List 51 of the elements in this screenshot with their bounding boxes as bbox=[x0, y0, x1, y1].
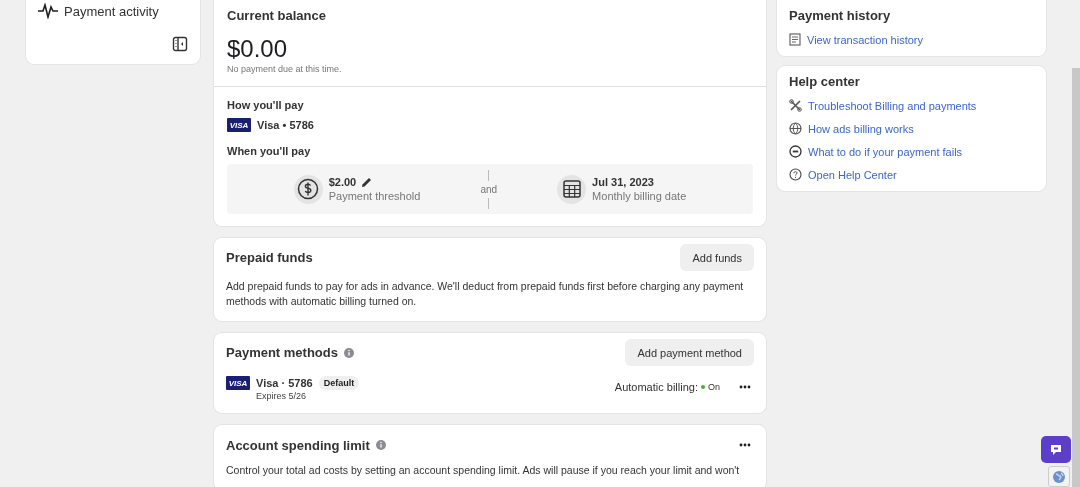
globe-icon bbox=[1052, 469, 1066, 484]
default-badge: Default bbox=[318, 376, 360, 390]
help-link[interactable]: Open Help Center bbox=[808, 168, 897, 181]
help-link[interactable]: What to do if your payment fails bbox=[808, 145, 963, 158]
section-title: When you'll pay bbox=[227, 145, 312, 157]
receipt-icon bbox=[789, 33, 801, 46]
calendar-icon bbox=[557, 174, 587, 204]
balance-amount: $0.00 bbox=[227, 35, 289, 63]
chat-icon bbox=[1049, 442, 1063, 457]
language-button[interactable] bbox=[1048, 466, 1070, 487]
card-title: Payment history bbox=[789, 8, 892, 23]
spending-limit-description: Control your total ad costs by setting an account spending limit. Ads will pause if you reach your limit and won't bbox=[226, 463, 741, 478]
add-payment-method-button[interactable]: Add payment method bbox=[625, 339, 754, 366]
add-funds-button[interactable]: Add funds bbox=[680, 244, 754, 271]
visa-logo: VISA bbox=[227, 118, 251, 132]
automatic-billing-status: On bbox=[708, 382, 720, 392]
automatic-billing-label: Automatic billing: bbox=[614, 381, 698, 393]
pulse-icon bbox=[38, 3, 58, 19]
threshold-label: Payment threshold bbox=[328, 190, 421, 202]
info-icon[interactable] bbox=[344, 347, 354, 358]
balance-note: No payment due at this time. bbox=[227, 64, 343, 74]
pencil-icon[interactable] bbox=[361, 176, 373, 188]
help-link[interactable]: View transaction history bbox=[807, 33, 923, 46]
sidebar-panel-icon bbox=[172, 36, 188, 52]
collapse-sidebar-button[interactable] bbox=[172, 36, 188, 52]
info-icon[interactable] bbox=[375, 440, 386, 450]
tools-icon bbox=[789, 99, 802, 112]
card-title: Payment methods bbox=[226, 345, 338, 360]
card-title: Prepaid funds bbox=[226, 250, 313, 265]
connector-text: and bbox=[480, 183, 498, 195]
help-icon bbox=[789, 168, 802, 181]
threshold-value: $2.00 bbox=[328, 176, 357, 188]
card-title: Current balance bbox=[227, 8, 327, 23]
scrollbar[interactable] bbox=[1072, 68, 1080, 487]
section-title: How you'll pay bbox=[227, 99, 305, 111]
card-title: Help center bbox=[789, 74, 861, 89]
chat-button[interactable] bbox=[1041, 436, 1071, 463]
visa-logo: VISA bbox=[226, 376, 250, 390]
billing-date-label: Monthly billing date bbox=[592, 190, 687, 202]
billing-date: Jul 31, 2023 bbox=[592, 176, 655, 188]
card-name: Visa · 5786 bbox=[256, 377, 313, 389]
help-link[interactable]: Troubleshoot Billing and payments bbox=[808, 99, 977, 112]
nav-item[interactable]: Payment activity bbox=[38, 0, 188, 22]
prepaid-funds-description: Add prepaid funds to pay for ads in advance. We'll deduct from prepaid funds first before charging any payment methods with automatic billing turned on. bbox=[226, 279, 745, 309]
card-name: Visa • 5786 bbox=[257, 119, 314, 131]
card-title: Account spending limit bbox=[226, 437, 370, 453]
card-expiry: Expires 5/26 bbox=[256, 391, 308, 401]
minus-circle-icon bbox=[789, 145, 802, 158]
help-link[interactable]: How ads billing works bbox=[808, 122, 914, 135]
globe-icon bbox=[789, 122, 802, 135]
dollar-icon bbox=[293, 174, 323, 204]
